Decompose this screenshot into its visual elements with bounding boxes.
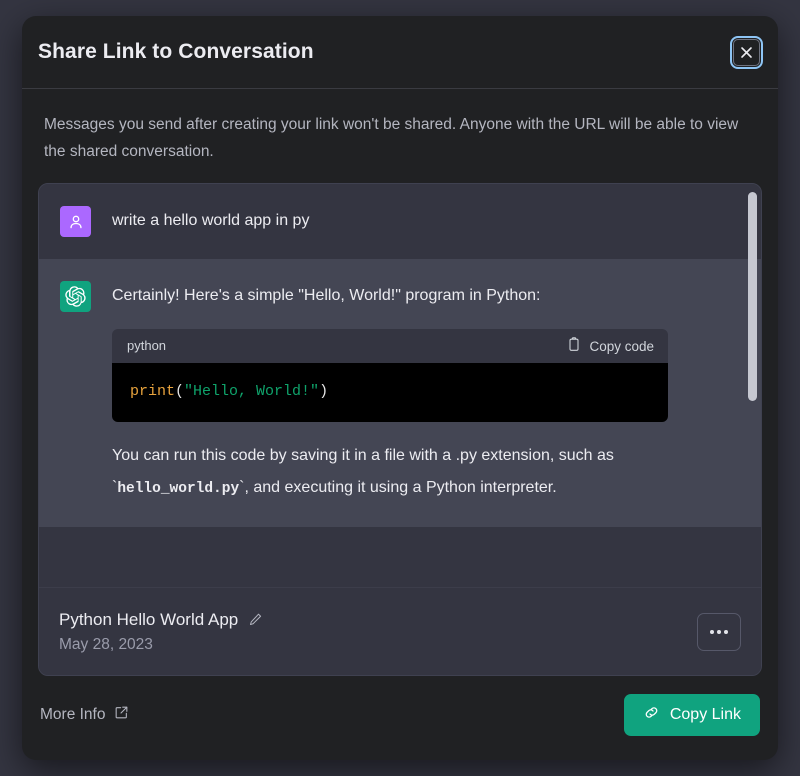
assistant-avatar — [60, 281, 91, 312]
copy-code-button[interactable]: Copy code — [567, 337, 654, 355]
more-info-link[interactable]: More Info — [40, 705, 129, 725]
code-block: python Copy code print("Hello, World!") — [112, 329, 668, 422]
message-row-user: write a hello world app in py — [39, 184, 761, 259]
code-block-header: python Copy code — [112, 329, 668, 363]
conversation-more-button[interactable] — [697, 612, 741, 651]
conversation-preview-card: write a hello world app in py Certainly!… — [38, 183, 762, 676]
copy-link-button[interactable]: Copy Link — [623, 694, 760, 736]
message-content-assistant: Certainly! Here's a simple "Hello, World… — [112, 281, 737, 505]
external-link-icon — [114, 705, 129, 725]
inline-code-filename: hello_world.py — [117, 481, 240, 497]
close-icon — [739, 45, 754, 60]
conversation-scrollbar[interactable] — [748, 184, 757, 587]
code-block-body[interactable]: print("Hello, World!") — [112, 363, 668, 422]
modal-header: Share Link to Conversation — [22, 16, 778, 89]
scrollbar-thumb[interactable] — [748, 192, 757, 401]
link-chain-icon — [643, 704, 660, 726]
copy-code-label: Copy code — [589, 338, 654, 354]
close-button[interactable] — [730, 35, 763, 69]
assistant-outro-text: You can run this code by saving it in a … — [112, 440, 737, 505]
modal-body: Messages you send after creating your li… — [22, 89, 778, 676]
user-message-text: write a hello world app in py — [112, 212, 310, 229]
user-avatar — [60, 206, 91, 237]
conversation-meta: Python Hello World App May 28, 2023 — [59, 610, 263, 654]
copy-link-label: Copy Link — [669, 706, 741, 723]
page-title: Share Link to Conversation — [38, 40, 314, 63]
code-token-string: "Hello, World!" — [184, 383, 320, 400]
conversation-footer: Python Hello World App May 28, 2023 — [39, 587, 761, 675]
ellipsis-icon — [710, 629, 728, 634]
more-info-label: More Info — [40, 706, 106, 723]
assistant-outro-part2: `, and executing it using a Python inter… — [239, 479, 557, 496]
code-token-close-paren: ) — [319, 383, 329, 400]
conversation-date: May 28, 2023 — [59, 635, 153, 653]
share-link-modal: Share Link to Conversation Messages you … — [22, 16, 778, 760]
code-language-label: python — [127, 338, 167, 353]
message-content-user: write a hello world app in py — [112, 206, 737, 237]
conversation-name-row: Python Hello World App — [59, 610, 263, 630]
modal-footer: More Info Copy Link — [22, 676, 778, 760]
clipboard-icon — [567, 337, 581, 355]
conversation-scroll-area[interactable]: write a hello world app in py Certainly!… — [39, 184, 761, 587]
code-token-function: print — [130, 383, 176, 400]
conversation-name: Python Hello World App — [59, 609, 239, 629]
code-token-open-paren: ( — [175, 383, 185, 400]
pencil-edit-icon[interactable] — [248, 612, 263, 627]
share-description: Messages you send after creating your li… — [44, 116, 739, 160]
assistant-intro-text: Certainly! Here's a simple "Hello, World… — [112, 287, 541, 304]
message-row-assistant: Certainly! Here's a simple "Hello, World… — [39, 259, 761, 527]
user-avatar-icon — [69, 215, 82, 228]
openai-logo-icon — [65, 286, 86, 307]
